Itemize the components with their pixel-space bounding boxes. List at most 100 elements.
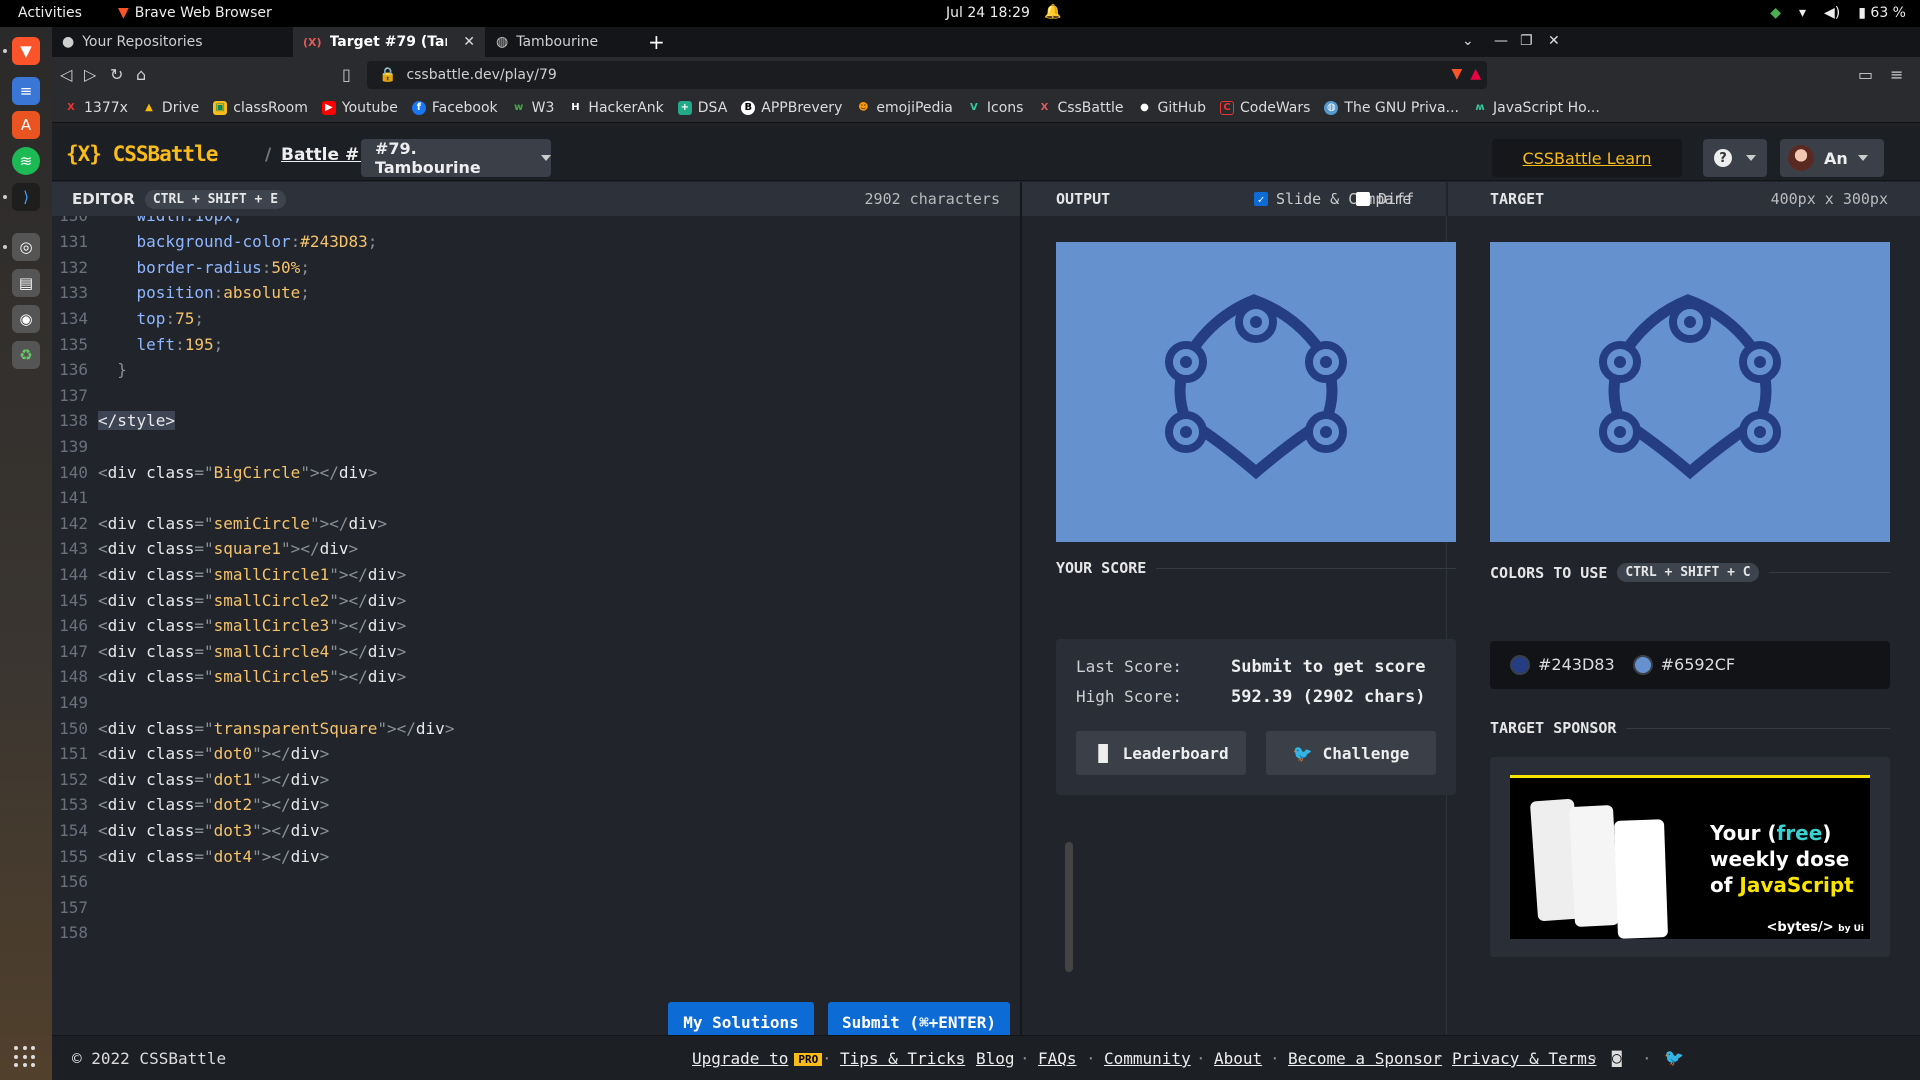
url-text: cssbattle.dev/play/79 (406, 67, 557, 83)
help-button[interactable]: ? (1703, 139, 1767, 177)
code-line: 149 (59, 693, 88, 712)
brave-rewards-icon[interactable]: ▲ (1470, 66, 1481, 82)
cssbattle-learn-link[interactable]: CSSBattle Learn (1492, 139, 1682, 177)
bookmark-github[interactable]: ● GitHub (1137, 100, 1206, 116)
target-canvas (1490, 242, 1890, 542)
diff-toggle[interactable]: Diff (1356, 190, 1414, 208)
minimize-icon[interactable]: — (1494, 33, 1508, 49)
code-editor[interactable]: 130 width:10px; 131 background-color:#24… (52, 216, 1020, 1020)
code-line: 139 (59, 437, 88, 456)
spotify-icon[interactable]: ≋ (12, 147, 40, 175)
bookmark-gnu[interactable]: ◍ The GNU Priva... (1324, 100, 1459, 116)
volume-icon: ◀) (1824, 5, 1841, 21)
code-line: 132 border-radius:50%; (59, 258, 310, 277)
bookmark-dsa[interactable]: + DSA (677, 100, 727, 116)
bookmark-drive[interactable]: ▲ Drive (142, 100, 199, 116)
new-tab-button[interactable]: + (638, 27, 675, 57)
menu-icon[interactable]: ≡ (1890, 65, 1903, 84)
clock[interactable]: Jul 24 18:29 (946, 5, 1030, 21)
bookmark-youtube[interactable]: ▶ Youtube (321, 100, 398, 116)
tab-target-79[interactable]: (X) Target #79 (Tambourine) ✕ (293, 27, 485, 57)
browser-toolbar: ◁ ▷ ↻ ⌂ ▯ 🔒 cssbattle.dev/play/79 ▼ ▲ ▭ … (52, 57, 1920, 93)
target-select[interactable]: #79. Tambourine (361, 139, 551, 177)
trash-icon[interactable]: ♻ (12, 341, 40, 369)
score-panel: Last Score: Submit to get score High Scor… (1056, 639, 1456, 795)
battery-percent: 63 % (1870, 5, 1906, 21)
twitter-icon[interactable]: 🐦 (1664, 1048, 1684, 1067)
home-icon[interactable]: ⌂ (136, 65, 146, 84)
bookmark-emojipedia[interactable]: ☻ emojiPedia (856, 100, 953, 116)
target-select-label: #79. Tambourine (375, 139, 481, 177)
back-icon[interactable]: ◁ (60, 65, 72, 84)
challenge-button[interactable]: 🐦 Challenge (1266, 731, 1436, 775)
bookmark-appbrevery[interactable]: B APPBrevery (741, 100, 842, 116)
app-menu[interactable]: ▼ Brave Web Browser (118, 5, 272, 21)
tab-list-icon[interactable]: ⌄ (1462, 33, 1474, 49)
user-name: An (1824, 148, 1848, 168)
brave-shields-icon[interactable]: ▼ (1451, 66, 1462, 82)
discord-icon[interactable]: ◙ (1612, 1048, 1622, 1067)
drive-icon[interactable]: ◉ (12, 305, 40, 333)
user-menu[interactable]: An (1780, 139, 1884, 177)
footer-link-upgrade[interactable]: Upgrade to PRO (692, 1049, 823, 1068)
forward-icon[interactable]: ▷ (84, 65, 96, 84)
output-canvas[interactable] (1056, 242, 1456, 542)
bookmark-cssbattle[interactable]: X CssBattle (1037, 100, 1124, 116)
color-swatch[interactable]: #6592CF (1632, 655, 1735, 676)
vscode-icon[interactable]: ⟩ (12, 183, 40, 211)
output-header: OUTPUT ✓ Slide & Compare Diff (1022, 182, 1446, 216)
color-swatch[interactable]: #243D83 (1510, 655, 1615, 676)
footer-link-community[interactable]: Community (1104, 1049, 1191, 1068)
bookmark-codewars[interactable]: C CodeWars (1219, 100, 1310, 116)
code-line: 137 (59, 386, 88, 405)
bookmark-facebook[interactable]: f Facebook (411, 100, 498, 116)
bookmark-icons[interactable]: V Icons (967, 100, 1023, 116)
target-title: TARGET (1490, 190, 1545, 208)
files-icon[interactable]: ▤ (12, 269, 40, 297)
bell-icon[interactable]: 🔔 (1044, 4, 1061, 20)
footer-link-blog[interactable]: Blog (976, 1049, 1015, 1068)
avatar (1788, 145, 1814, 171)
brave-icon[interactable]: ▼ (12, 37, 40, 65)
close-window-icon[interactable]: ✕ (1548, 33, 1560, 49)
cssbattle-logo[interactable]: {X} CSSBattle (66, 142, 218, 166)
bookmark-1377x[interactable]: X 1377x (64, 100, 128, 116)
activities-button[interactable]: Activities (18, 5, 82, 21)
code-line: 145 <div class="smallCircle2"></div> (59, 591, 407, 610)
editor-scrollbar[interactable] (1065, 842, 1073, 972)
disk-icon[interactable]: ◎ (12, 233, 40, 261)
last-score-label: Last Score: (1076, 657, 1182, 676)
restore-icon[interactable]: ❐ (1520, 33, 1533, 49)
footer-link-privacy[interactable]: Privacy & Terms (1452, 1049, 1597, 1068)
footer-link-faqs[interactable]: FAQs (1038, 1049, 1077, 1068)
footer-link-about[interactable]: About (1214, 1049, 1262, 1068)
bookmark-w3[interactable]: w W3 (512, 100, 554, 116)
text-editor-icon[interactable]: ≡ (12, 77, 40, 105)
code-line: 142 <div class="semiCircle"></div> (59, 514, 388, 533)
show-apps-icon[interactable] (14, 1046, 36, 1068)
editor-shortcut: CTRL + SHIFT + E (144, 189, 287, 209)
address-bar[interactable]: 🔒 cssbattle.dev/play/79 ▼ ▲ (367, 61, 1487, 89)
checkbox-icon[interactable] (1356, 192, 1370, 206)
software-center-icon[interactable]: A (12, 111, 40, 139)
tab-your-repositories[interactable]: ● Your Repositories (52, 27, 292, 57)
bookmark-javascript[interactable]: ʍ JavaScript Ho... (1473, 100, 1599, 116)
leaderboard-button[interactable]: ▐▌ Leaderboard (1076, 731, 1246, 775)
bookmark-classroom[interactable]: ▣ classRoom (213, 100, 308, 116)
app-name: Brave Web Browser (134, 5, 272, 21)
close-tab-icon[interactable]: ✕ (463, 34, 475, 50)
checkbox-checked-icon[interactable]: ✓ (1254, 192, 1268, 206)
code-line: 157 (59, 898, 88, 917)
bookmark-icon[interactable]: ▯ (342, 65, 351, 84)
footer-link-sponsor[interactable]: Become a Sponsor (1288, 1049, 1442, 1068)
system-tray[interactable]: ◆ ▾ ◀) ▮ 63 % (1770, 5, 1906, 21)
bookmark-hackerank[interactable]: H HackerAnk (568, 100, 664, 116)
footer-link-tips[interactable]: Tips & Tricks (840, 1049, 965, 1068)
editor-header: EDITOR CTRL + SHIFT + E 2902 characters (52, 182, 1020, 216)
github-icon: ● (62, 34, 75, 50)
browser-window: ● Your Repositories (X) Target #79 (Tamb… (52, 27, 1920, 1080)
sponsor-ad[interactable]: Your (free) weekly dose of JavaScript <b… (1510, 775, 1870, 939)
reload-icon[interactable]: ↻ (110, 65, 123, 84)
wallet-icon[interactable]: ▭ (1858, 65, 1873, 84)
code-line: 133 position:absolute; (59, 283, 310, 302)
